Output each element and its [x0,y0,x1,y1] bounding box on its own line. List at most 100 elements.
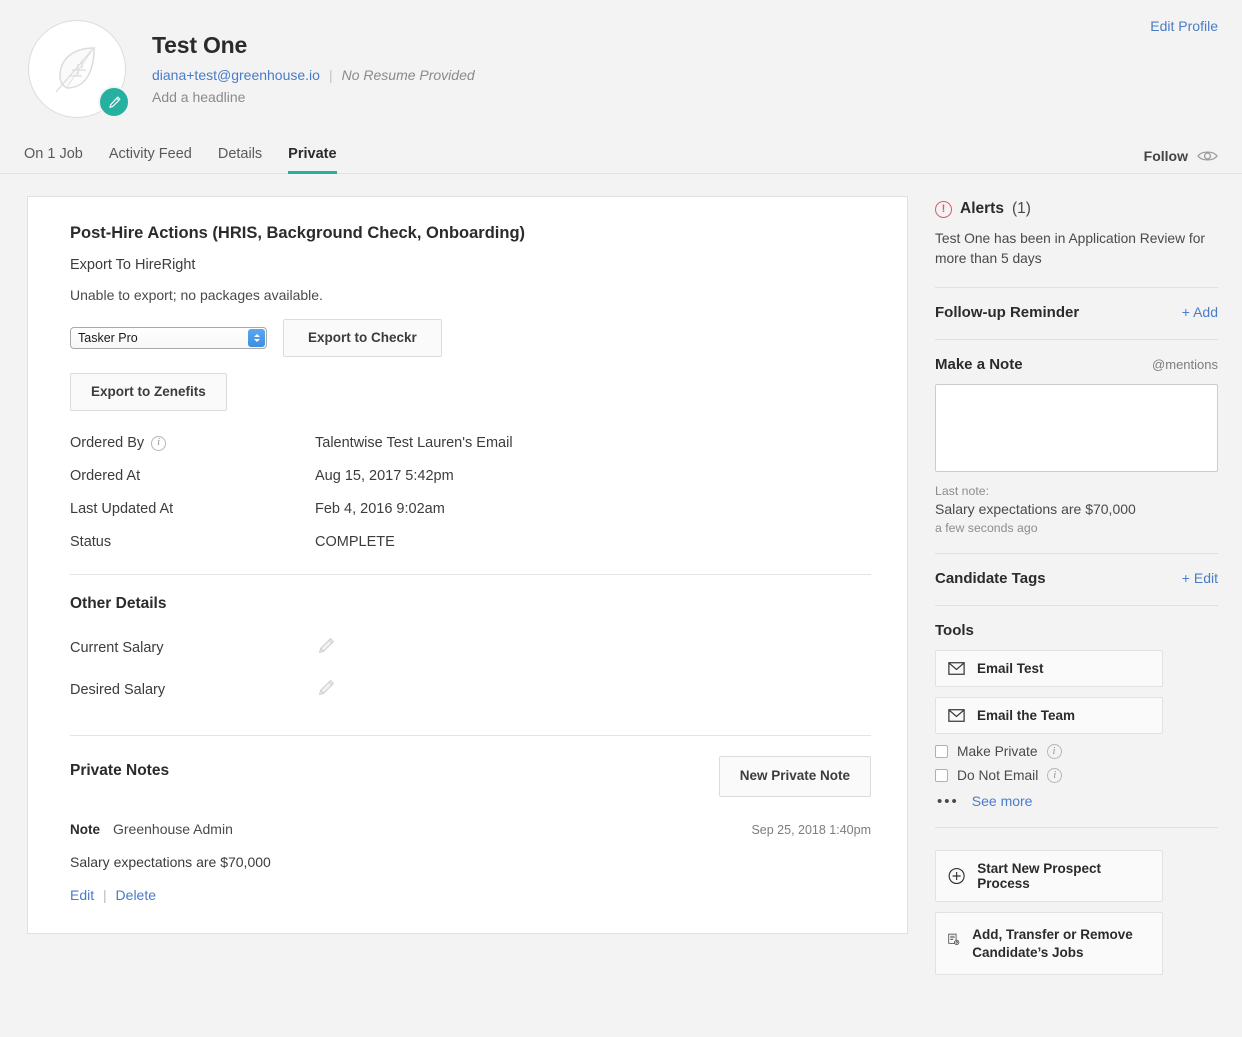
mentions-hint: @mentions [1152,357,1218,372]
see-more-row[interactable]: ••• See more [937,793,1218,809]
do-not-email-checkbox[interactable] [935,769,948,782]
follow-label: Follow [1143,148,1188,164]
divider [935,827,1218,828]
avatar-edit-button[interactable] [98,86,130,118]
detail-label-text: Ordered At [70,468,141,485]
current-salary-label: Current Salary [70,640,164,657]
follow-up-row: Follow-up Reminder + Add [935,288,1218,321]
note-delete-link[interactable]: Delete [116,887,156,903]
note-author: Greenhouse Admin [113,820,233,837]
note-meta-left: Note Greenhouse Admin [70,821,233,837]
right-sidebar: ! Alerts (1) Test One has been in Applic… [928,196,1218,985]
profile-header: Edit Profile Test One diana+test@greenho… [0,0,1242,138]
detail-label: Last Updated At [70,501,315,517]
add-headline-link[interactable]: Add a headline [152,89,475,105]
note-edit-link[interactable]: Edit [70,887,94,903]
add-transfer-remove-jobs-button[interactable]: Add, Transfer or Remove Candidate’s Jobs [935,912,1163,976]
note-input[interactable] [935,384,1218,472]
note-meta: Note Greenhouse Admin Sep 25, 2018 1:40p… [70,821,871,837]
alerts-title: ! Alerts (1) [935,200,1218,218]
see-more-link[interactable]: See more [972,793,1033,809]
contact-separator: | [328,67,333,83]
detail-label: Ordered By i [70,435,315,451]
package-select-value: Tasker Pro [78,331,138,346]
edit-desired-salary-button[interactable] [315,677,337,703]
envelope-icon [948,709,965,722]
do-not-email-label: Do Not Email [957,768,1039,783]
plus-circle-icon [948,867,965,885]
make-note-title: Make a Note [935,356,1023,373]
detail-value: Aug 15, 2017 5:42pm [315,468,454,485]
detail-label: Ordered At [70,468,315,484]
other-details-title: Other Details [70,595,167,613]
private-notes-title: Private Notes [70,762,170,780]
info-icon[interactable]: i [1046,744,1062,759]
edit-current-salary-button[interactable] [315,635,337,661]
note-body: Salary expectations are $70,000 [70,853,271,870]
alert-message: Test One has been in Application Review … [935,231,1205,266]
follow-up-add-link[interactable]: + Add [1182,304,1218,320]
make-private-row: Make Private i [935,744,1218,759]
make-private-checkbox[interactable] [935,745,948,758]
envelope-icon [948,662,965,675]
note-actions: Edit | Delete [70,887,871,903]
package-select[interactable]: Tasker Pro [70,327,267,350]
profile-tabs: On 1 Job Activity Feed Details Private F… [0,138,1242,174]
start-new-prospect-label: Start New Prospect Process [977,861,1102,891]
candidate-tags-section: Candidate Tags + Edit [928,554,1218,587]
detail-row: Status COMPLETE [70,534,871,550]
chevron-stepper-icon[interactable] [248,329,265,348]
detail-label: Status [70,534,315,550]
start-new-prospect-process-button[interactable]: Start New Prospect Process [935,850,1163,902]
detail-row: Last Updated At Feb 4, 2016 9:02am [70,501,871,517]
post-hire-actions-title: Post-Hire Actions (HRIS, Background Chec… [70,224,526,242]
follow-up-title: Follow-up Reminder [935,304,1080,321]
make-private-label: Make Private [957,744,1038,759]
export-controls-row: Tasker Pro Export to Checkr [70,319,871,358]
bottom-actions-section: Start New Prospect Process Add, Transfer… [928,850,1218,976]
detail-value: Talentwise Test Lauren's Email [315,435,513,452]
alerts-section: ! Alerts (1) Test One has been in Applic… [928,200,1218,269]
tab-details[interactable]: Details [205,146,275,173]
avatar[interactable] [28,20,130,118]
note-kind-label: Note [70,821,100,837]
alerts-count: (1) [1011,200,1031,217]
pencil-icon [319,680,334,696]
edit-profile-link[interactable]: Edit Profile [1150,18,1218,34]
ellipsis-icon: ••• [937,792,959,810]
detail-value: Feb 4, 2016 9:02am [315,501,445,518]
tools-title: Tools [935,622,974,639]
export-to-zenefits-button[interactable]: Export to Zenefits [70,373,227,412]
salary-row: Desired Salary [70,677,871,703]
candidate-tags-edit-link[interactable]: + Edit [1182,570,1218,586]
email-test-button[interactable]: Email Test [935,650,1163,687]
jobs-gear-icon [948,933,960,945]
tab-activity-feed[interactable]: Activity Feed [96,146,205,173]
make-note-row: Make a Note @mentions [935,340,1218,373]
follow-button[interactable]: Follow [1144,148,1218,164]
salary-row: Current Salary [70,635,871,661]
info-icon[interactable]: i [151,435,167,451]
candidate-contact-row: diana+test@greenhouse.io | No Resume Pro… [152,67,475,83]
do-not-email-row: Do Not Email i [935,768,1218,783]
desired-salary-label: Desired Salary [70,682,166,699]
last-note-time: a few seconds ago [935,521,1038,535]
export-to-checkr-button[interactable]: Export to Checkr [283,319,442,358]
candidate-tags-row: Candidate Tags + Edit [935,554,1218,587]
private-notes-header: Private Notes New Private Note [70,756,871,797]
last-note-text: Salary expectations are $70,000 [935,501,1136,517]
last-note-label: Last note: [935,484,990,498]
new-private-note-button[interactable]: New Private Note [718,756,871,797]
tab-on-1-job[interactable]: On 1 Job [24,146,96,173]
status-value: COMPLETE [315,534,395,551]
resume-status: No Resume Provided [341,67,475,83]
tab-private[interactable]: Private [275,146,349,174]
email-the-team-button[interactable]: Email the Team [935,697,1163,734]
candidate-tags-title: Candidate Tags [935,570,1046,587]
follow-up-section: Follow-up Reminder + Add [928,288,1218,321]
make-a-note-section: Make a Note @mentions Last note: Salary … [928,340,1218,535]
note-action-separator: | [103,886,107,903]
alert-icon: ! [935,200,952,218]
info-icon[interactable]: i [1047,768,1063,783]
candidate-email-link[interactable]: diana+test@greenhouse.io [152,67,320,83]
